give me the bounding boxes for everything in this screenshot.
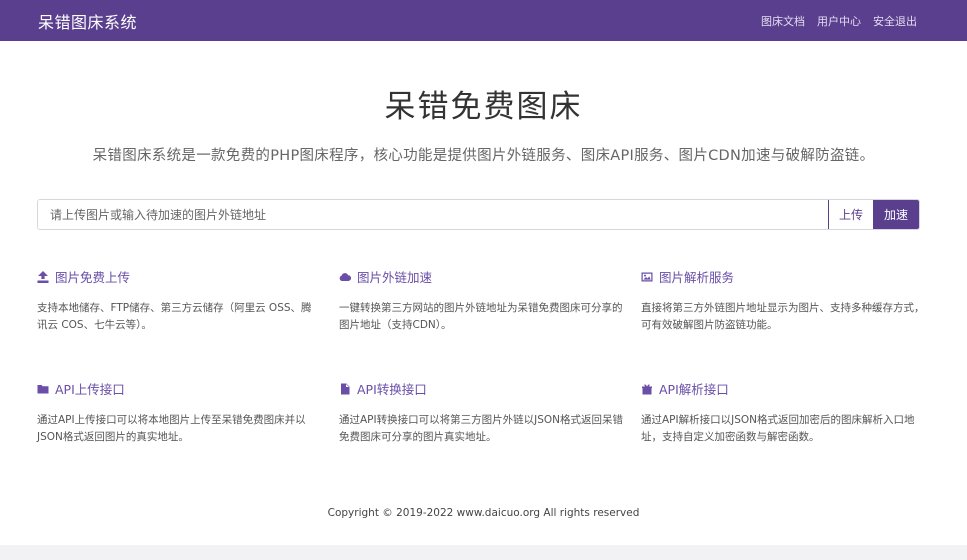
feature-desc: 通过API上传接口可以将本地图片上传至呆错免费图床并以JSON格式返回图片的真实…: [37, 414, 306, 443]
nav-links: 图床文档 用户中心 安全退出: [761, 13, 917, 29]
nav-link-logout[interactable]: 安全退出: [873, 13, 917, 29]
cloud-icon: [339, 272, 351, 281]
gift-icon: [642, 383, 652, 394]
search-bar: 上传 加速: [37, 199, 920, 230]
image-icon: [641, 272, 653, 281]
page-title: 呆错免费图床: [384, 89, 583, 125]
upload-button[interactable]: 上传: [828, 200, 873, 229]
footer-copyright: Copyright © 2019-2022 www.daicuo.org All…: [327, 507, 640, 519]
image-url-input[interactable]: [38, 200, 828, 229]
feature-item-api-parse: API解析接口 通过API解析接口以JSON格式返回加密后的图床解析入口地址，支…: [641, 379, 927, 469]
navbar: 呆错图床系统 图床文档 用户中心 安全退出: [0, 0, 967, 41]
feature-item-link-accel: 图片外链加速 一键转换第三方网站的图片外链地址为呆错免费图床可分享的图片地址（支…: [339, 267, 641, 379]
feature-title[interactable]: 图片外链加速: [339, 267, 641, 286]
nav-link-docs[interactable]: 图床文档: [761, 13, 805, 29]
feature-title[interactable]: API上传接口: [37, 379, 339, 398]
feature-title-text: API转换接口: [357, 382, 427, 397]
folder-icon: [37, 384, 49, 393]
feature-title[interactable]: API转换接口: [339, 379, 641, 398]
accelerate-button[interactable]: 加速: [873, 200, 919, 229]
upload-icon: [37, 270, 49, 283]
feature-desc: 直接将第三方外链图片地址显示为图片、支持多种缓存方式，可有效破解图片防盗链功能。: [641, 302, 925, 331]
nav-link-user-center[interactable]: 用户中心: [817, 13, 861, 29]
feature-item-api-convert: API转换接口 通过API转换接口可以将第三方图片外链以JSON格式返回呆错免费…: [339, 379, 641, 469]
feature-title-text: API上传接口: [55, 382, 125, 397]
feature-desc: 通过API解析接口以JSON格式返回加密后的图床解析入口地址，支持自定义加密函数…: [641, 414, 915, 443]
feature-title-text: API解析接口: [659, 382, 729, 397]
feature-title[interactable]: 图片免费上传: [37, 267, 339, 286]
feature-item-parse: 图片解析服务 直接将第三方外链图片地址显示为图片、支持多种缓存方式，可有效破解图…: [641, 267, 927, 379]
feature-item-upload: 图片免费上传 支持本地储存、FTP储存、第三方云储存（阿里云 OSS、腾讯云 C…: [37, 267, 339, 379]
brand-logo-text[interactable]: 呆错图床系统: [38, 9, 137, 33]
feature-desc: 一键转换第三方网站的图片外链地址为呆错免费图床可分享的图片地址（支持CDN）。: [339, 302, 623, 331]
feature-desc: 支持本地储存、FTP储存、第三方云储存（阿里云 OSS、腾讯云 COS、七牛云等…: [37, 302, 312, 331]
page-subtitle: 呆错图床系统是一款免费的PHP图床程序，核心功能是提供图片外链服务、图床API服…: [92, 148, 875, 164]
feature-title[interactable]: API解析接口: [641, 379, 927, 398]
feature-title[interactable]: 图片解析服务: [641, 267, 927, 286]
feature-title-text: 图片免费上传: [55, 270, 131, 285]
page-frame: 呆错图床系统 图床文档 用户中心 安全退出 呆错免费图床 呆错图床系统是一款免费…: [0, 0, 967, 545]
feature-grid: 图片免费上传 支持本地储存、FTP储存、第三方云储存（阿里云 OSS、腾讯云 C…: [37, 267, 927, 469]
feature-desc: 通过API转换接口可以将第三方图片外链以JSON格式返回呆错免费图床可分享的图片…: [339, 414, 623, 443]
feature-title-text: 图片外链加速: [357, 270, 433, 285]
feature-title-text: 图片解析服务: [659, 270, 735, 285]
file-icon: [341, 383, 350, 394]
feature-item-api-upload: API上传接口 通过API上传接口可以将本地图片上传至呆错免费图床并以JSON格…: [37, 379, 339, 469]
